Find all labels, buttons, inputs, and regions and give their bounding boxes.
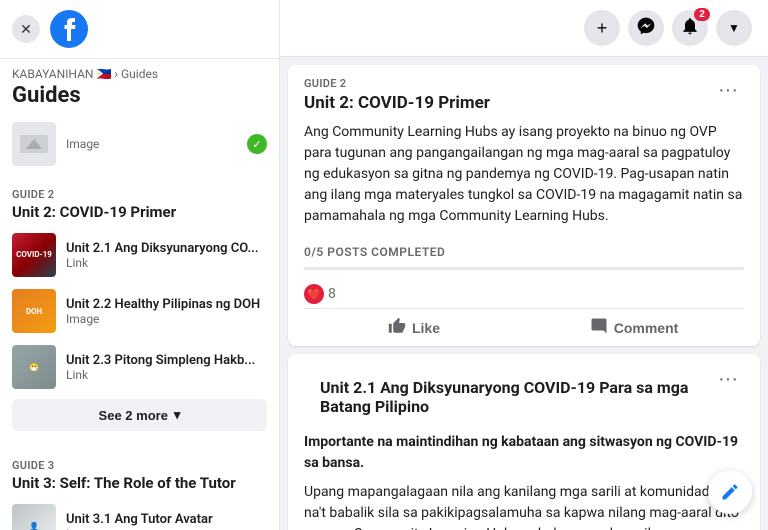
post-card-1: GUIDE 2 Unit 2: COVID-19 Primer ··· Ang … [288, 65, 760, 346]
item-name-2-1: Unit 2.1 Ang Diksyunaryong CO... [66, 241, 267, 256]
left-panel: ✕ KABAYANIHAN 🇵🇭 › Guides Guides Image ✓ [0, 0, 280, 530]
guide-item-top-image[interactable]: Image ✓ [0, 116, 279, 172]
guide2-label: GUIDE 2 [0, 188, 279, 203]
see-more-button[interactable]: See 2 more ▾ [12, 399, 267, 431]
like-button[interactable]: Like [304, 309, 524, 346]
post1-reactions: ❤️ 8 [288, 280, 760, 308]
post1-actions: Like Comment [304, 308, 744, 346]
item-info-2-1: Unit 2.1 Ang Diksyunaryong CO... Link [66, 241, 267, 270]
guide-item-2-2[interactable]: DOH Unit 2.2 Healthy Pilipinas ng DOH Im… [0, 283, 279, 339]
heart-reaction-icon: ❤️ [304, 284, 324, 304]
item-type-2-2: Image [66, 312, 267, 326]
facebook-logo [50, 10, 88, 48]
plus-icon: + [597, 18, 608, 39]
item-info: Image [66, 137, 237, 151]
item-info-2-2: Unit 2.2 Healthy Pilipinas ng DOH Image [66, 297, 267, 326]
post2-body1: Upang mapangalagaan nila ang kanilang mg… [288, 482, 760, 530]
comment-icon [590, 317, 608, 338]
chevron-down-icon: ▾ [174, 407, 181, 423]
item-thumbnail-3-1: 👤 [12, 504, 56, 530]
messenger-button[interactable] [628, 10, 664, 46]
like-label: Like [412, 320, 440, 336]
item-type: Image [66, 137, 237, 151]
item-thumbnail-2-2: DOH [12, 289, 56, 333]
guide-item-3-1[interactable]: 👤 Unit 3.1 Ang Tutor Avatar Image [0, 498, 279, 530]
item-type-2-1: Link [66, 256, 267, 270]
post1-guide-label: GUIDE 2 [304, 77, 490, 90]
header-actions: + 2 ▼ [584, 10, 752, 46]
item-type-2-3: Link [66, 368, 267, 382]
post2-bold-text: Importante na maintindihan ng kabataan a… [288, 432, 760, 482]
top-bar: ✕ [0, 0, 279, 59]
post1-body: Ang Community Learning Hubs ay isang pro… [288, 122, 760, 237]
comment-button[interactable]: Comment [524, 309, 744, 346]
item-name-3-1: Unit 3.1 Ang Tutor Avatar [66, 512, 267, 527]
item-thumbnail-2-3: 😷 [12, 345, 56, 389]
post2-title: Unit 2.1 Ang Diksyunaryong COVID-19 Para… [304, 366, 712, 424]
guide-item-2-1[interactable]: COVID-19 Unit 2.1 Ang Diksyunaryong CO..… [0, 227, 279, 283]
messenger-icon [636, 16, 656, 41]
notification-badge: 2 [694, 8, 710, 21]
post-card-2: Unit 2.1 Ang Diksyunaryong COVID-19 Para… [288, 354, 760, 530]
item-name-2-3: Unit 2.3 Pitong Simpleng Hakb... [66, 353, 267, 368]
breadcrumb: KABAYANIHAN 🇵🇭 › Guides [0, 59, 279, 81]
item-check-icon: ✓ [247, 134, 267, 154]
item-thumbnail-2-1: COVID-19 [12, 233, 56, 277]
post2-header: Unit 2.1 Ang Diksyunaryong COVID-19 Para… [288, 354, 760, 432]
thumbs-up-icon [388, 317, 406, 338]
guide-item-2-3[interactable]: 😷 Unit 2.3 Pitong Simpleng Hakb... Link [0, 339, 279, 395]
post1-progress: 0/5 POSTS COMPLETED [288, 237, 760, 267]
comment-label: Comment [614, 320, 679, 336]
breadcrumb-group[interactable]: KABAYANIHAN 🇵🇭 [12, 67, 111, 81]
close-button[interactable]: ✕ [12, 15, 40, 43]
post1-header: GUIDE 2 Unit 2: COVID-19 Primer ··· [288, 65, 760, 122]
breadcrumb-section[interactable]: Guides [121, 67, 158, 81]
chevron-button[interactable]: ▼ [716, 10, 752, 46]
right-header: + 2 ▼ [280, 0, 768, 57]
guide3-section: GUIDE 3 Unit 3: Self: The Role of the Tu… [0, 451, 279, 530]
post1-title: Unit 2: COVID-19 Primer [304, 92, 490, 114]
mountain-icon [26, 139, 42, 149]
compose-button[interactable] [708, 470, 752, 514]
post2-options-button[interactable]: ··· [712, 366, 744, 393]
guide2-title[interactable]: Unit 2: COVID-19 Primer [0, 203, 279, 227]
reaction-count: 8 [328, 286, 336, 302]
notifications-button[interactable]: 2 [672, 10, 708, 46]
item-info-3-1: Unit 3.1 Ang Tutor Avatar Image [66, 512, 267, 530]
chevron-down-icon: ▼ [728, 21, 740, 35]
page-title: Guides [0, 81, 279, 116]
item-info-2-3: Unit 2.3 Pitong Simpleng Hakb... Link [66, 353, 267, 382]
close-icon: ✕ [20, 21, 32, 38]
item-type-3-1: Image [66, 527, 267, 530]
post1-header-text: GUIDE 2 Unit 2: COVID-19 Primer [304, 77, 490, 114]
right-panel: + 2 ▼ [280, 0, 768, 530]
see-more-label: See 2 more [99, 408, 168, 423]
post1-options-button[interactable]: ··· [712, 77, 744, 104]
guide2-section: GUIDE 2 Unit 2: COVID-19 Primer COVID-19… [0, 180, 279, 443]
guide3-title[interactable]: Unit 3: Self: The Role of the Tutor [0, 474, 279, 498]
add-button[interactable]: + [584, 10, 620, 46]
breadcrumb-separator: › [114, 67, 121, 81]
image-rect [20, 135, 48, 153]
item-thumbnail [12, 122, 56, 166]
progress-bar-wrap [304, 267, 744, 270]
item-name-2-2: Unit 2.2 Healthy Pilipinas ng DOH [66, 297, 267, 312]
guide3-label: GUIDE 3 [0, 459, 279, 474]
